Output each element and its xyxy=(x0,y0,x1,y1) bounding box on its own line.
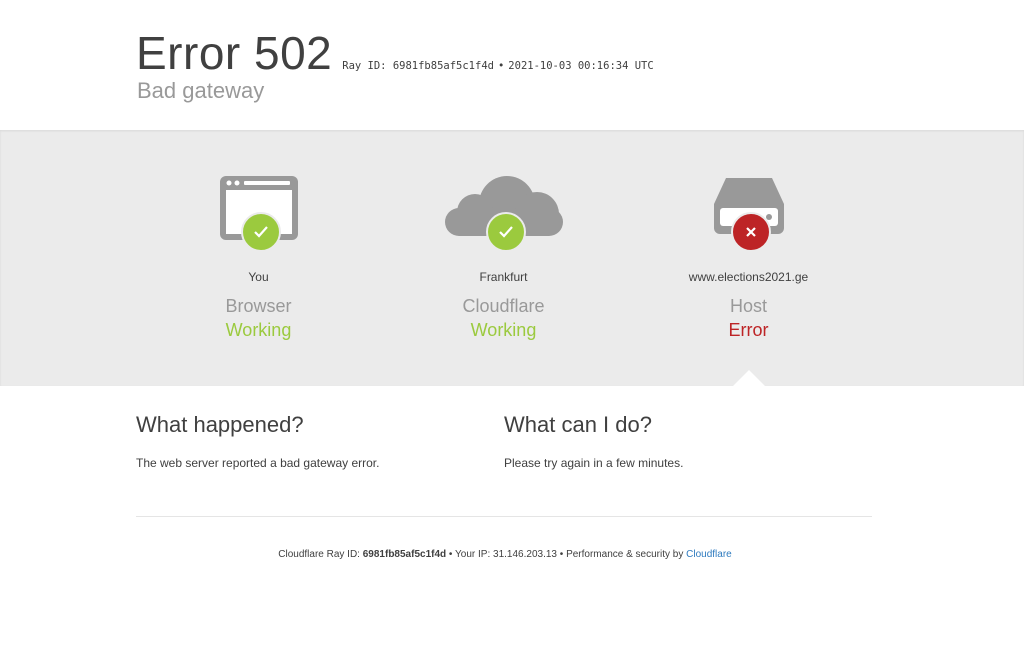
title-row: Error 502 Ray ID: 6981fb85af5c1f4d • 2021-… xyxy=(136,26,654,80)
check-icon xyxy=(485,212,526,252)
footer-separator: • xyxy=(559,549,564,560)
status-host: www.elections2021.ge Host Error xyxy=(626,130,871,340)
status-cloudflare: Frankfurt Cloudflare Working xyxy=(381,130,626,340)
location-label: Frankfurt xyxy=(479,270,528,284)
what-happened-heading: What happened? xyxy=(136,412,304,437)
error-title: Error 502 xyxy=(136,27,333,79)
page-header: Error 502 Ray ID: 6981fb85af5c1f4d • 2021-… xyxy=(0,0,1024,130)
service-label: Browser xyxy=(225,296,292,316)
what-happened-text: The web server reported a bad gateway er… xyxy=(136,456,380,470)
error-pointer xyxy=(733,370,765,386)
cloudflare-link[interactable]: Cloudflare xyxy=(686,549,732,560)
status-band: You Browser Working Frankfurt Cloudflare… xyxy=(0,130,1024,386)
cross-icon xyxy=(730,212,771,252)
timestamp: 2021-10-03 00:16:34 UTC xyxy=(508,60,654,72)
what-can-i-do-text: Please try again in a few minutes. xyxy=(504,456,684,470)
footer-ray-prefix: Cloudflare Ray ID: xyxy=(278,549,360,560)
what-can-i-do-heading: What can I do? xyxy=(504,412,652,437)
status-browser: You Browser Working xyxy=(136,130,381,340)
bullet: • xyxy=(497,60,505,72)
error-subtitle: Bad gateway xyxy=(137,78,265,103)
browser-icon-wrap xyxy=(136,130,381,252)
status-error: Error xyxy=(728,320,769,340)
server-icon-wrap xyxy=(626,130,871,252)
service-label: Host xyxy=(729,296,767,316)
what-can-i-do-section: What can I do? Please try again in a few… xyxy=(504,412,844,470)
divider xyxy=(136,516,872,517)
location-label: www.elections2021.ge xyxy=(688,270,809,284)
ray-id-text: Ray ID: 6981fb85af5c1f4d xyxy=(342,60,494,72)
check-icon xyxy=(240,212,281,252)
cloud-icon-wrap xyxy=(381,130,626,252)
footer-ray-id: 6981fb85af5c1f4d xyxy=(362,549,447,560)
status-working: Working xyxy=(225,320,292,340)
footer: Cloudflare Ray ID: 6981fb85af5c1f4d • Yo… xyxy=(0,549,1010,560)
footer-perf-text: Performance & security by xyxy=(566,549,684,560)
footer-ip: Your IP: 31.146.203.13 xyxy=(455,549,557,560)
footer-separator: • xyxy=(448,549,453,560)
ray-id-meta: Ray ID: 6981fb85af5c1f4d • 2021-10-03 00:1… xyxy=(342,60,653,72)
location-label: You xyxy=(248,270,269,284)
service-label: Cloudflare xyxy=(462,296,545,316)
what-happened-section: What happened? The web server reported a… xyxy=(136,412,476,470)
status-working: Working xyxy=(470,320,537,340)
